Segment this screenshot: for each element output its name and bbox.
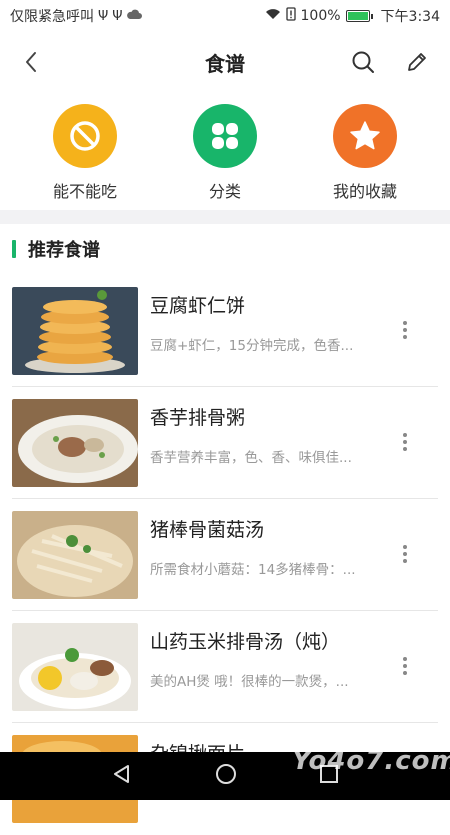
section-header: 推荐食谱 [12,237,100,261]
home-circle-icon[interactable] [215,763,237,789]
recipe-thumbnail [12,623,138,711]
status-bar: 仅限紧急呼叫 Ψ Ψ 100% 下午3:34 [0,0,450,32]
more-vertical-icon[interactable] [392,539,418,569]
watermark-logo: Yo4o7.com [292,746,450,776]
recipe-description: 豆腐+虾仁，15分钟完成，色香... [150,338,354,354]
more-vertical-icon[interactable] [392,427,418,457]
alert-icon [285,7,296,25]
quick-action-can-eat[interactable]: 能不能吃 [30,92,140,210]
quick-action-category[interactable]: 分类 [170,92,280,210]
recipe-name: 香芋排骨粥 [150,407,246,429]
section-accent-bar [12,240,16,258]
recipe-item[interactable]: 豆腐虾仁饼 豆腐+虾仁，15分钟完成，色香... [0,275,450,387]
cloud-icon [126,8,143,24]
recipe-item[interactable]: 猪棒骨菌菇汤 所需食材小蘑菇：14多猪棒骨：... [0,499,450,611]
top-bar: 食谱 [0,32,450,92]
status-right: 100% 下午3:34 [265,6,440,26]
quick-actions: 能不能吃 分类 我的收藏 [0,92,450,210]
recipe-name: 豆腐虾仁饼 [150,295,246,317]
star-icon [333,104,397,168]
recipe-thumbnail [12,399,138,487]
more-vertical-icon[interactable] [392,315,418,345]
quick-action-label: 我的收藏 [332,182,397,201]
clock: 下午3:34 [380,9,440,25]
search-icon[interactable] [348,46,378,78]
quick-action-label: 能不能吃 [52,182,117,201]
section-divider [0,210,450,224]
back-triangle-icon[interactable] [111,763,133,789]
recipe-item[interactable]: 山药玉米排骨汤（炖） 美的AH煲 哦！很棒的一款煲，... [0,611,450,723]
recipe-thumbnail [12,511,138,599]
recipe-item[interactable]: 香芋排骨粥 香芋营养丰富，色、香、味俱佳... [0,387,450,499]
section-title: 推荐食谱 [28,240,100,261]
carrier-text: 仅限紧急呼叫 [10,9,94,25]
battery-percent: 100% [300,8,341,24]
battery-icon [345,10,373,22]
recipe-description: 香芋营养丰富，色、香、味俱佳... [150,450,352,466]
recipe-thumbnail [12,287,138,375]
status-left: 仅限紧急呼叫 Ψ Ψ [10,6,143,26]
quick-action-favorites[interactable]: 我的收藏 [310,92,420,210]
recipe-description: 美的AH煲 哦！很棒的一款煲，... [150,674,349,690]
grid-icon [193,104,257,168]
more-vertical-icon[interactable] [392,651,418,681]
usb-icon: Ψ [112,8,123,24]
wifi-icon [265,8,281,24]
recipe-name: 山药玉米排骨汤（炖） [150,631,341,653]
prohibited-icon [53,104,117,168]
quick-action-label: 分类 [208,182,241,201]
chevron-left-icon[interactable] [16,46,46,78]
recipe-name: 猪棒骨菌菇汤 [150,519,265,541]
usb-icon: Ψ [98,8,109,24]
pencil-icon[interactable] [402,46,432,78]
page-title: 食谱 [205,51,245,76]
recipe-description: 所需食材小蘑菇：14多猪棒骨：... [150,562,356,578]
